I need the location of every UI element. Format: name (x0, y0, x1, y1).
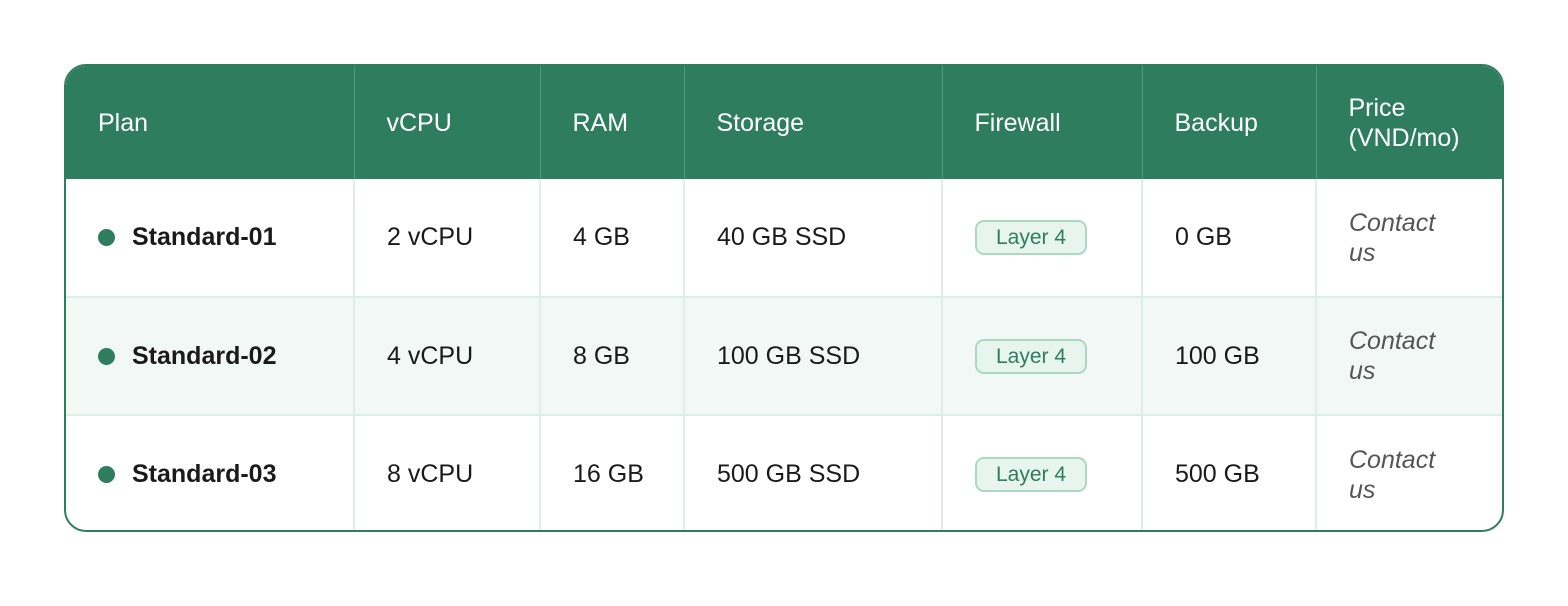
ram-cell: 16 GB (539, 414, 684, 530)
status-dot-icon (98, 347, 115, 365)
backup-cell: 0 GB (1141, 179, 1316, 297)
price-contact: Contact us (1349, 327, 1436, 385)
price-cell: Contact us (1315, 414, 1502, 530)
plan-cell: Standard-03 (66, 414, 354, 530)
vcpu-cell: 2 vCPU (353, 179, 540, 297)
plan-name: Standard-03 (132, 460, 277, 488)
table-row: Standard-03 8 vCPU 16 GB 500 GB SSD Laye… (66, 414, 1502, 530)
storage-cell: 40 GB SSD (683, 179, 942, 297)
status-dot-icon (98, 466, 115, 483)
column-header-storage: Storage (683, 66, 942, 179)
status-dot-icon (98, 229, 115, 246)
price-cell: Contact us (1315, 296, 1502, 415)
table-header: Plan vCPU RAM Storage Firewall Backup Pr… (66, 66, 1502, 179)
plan-cell: Standard-01 (66, 179, 354, 297)
table-row: Standard-02 4 vCPU 8 GB 100 GB SSD Layer… (66, 296, 1502, 415)
column-header-plan: Plan (98, 108, 149, 137)
firewall-badge: Layer 4 (975, 338, 1088, 374)
firewall-cell: Layer 4 (941, 414, 1142, 530)
firewall-cell: Layer 4 (941, 179, 1142, 297)
plans-table-container: Plan vCPU RAM Storage Firewall Backup Pr… (64, 64, 1504, 532)
vcpu-cell: 4 vCPU (353, 296, 540, 415)
firewall-badge: Layer 4 (975, 220, 1088, 255)
ram-cell: 8 GB (539, 296, 684, 415)
firewall-cell: Layer 4 (941, 296, 1142, 415)
plan-name: Standard-01 (132, 223, 277, 251)
plans-table: Plan vCPU RAM Storage Firewall Backup Pr… (66, 66, 1502, 530)
price-contact: Contact us (1349, 208, 1436, 267)
column-header-vcpu: vCPU (353, 66, 540, 179)
table-row: Standard-01 2 vCPU 4 GB 40 GB SSD Layer … (66, 179, 1502, 297)
backup-cell: 100 GB (1141, 296, 1316, 415)
firewall-badge: Layer 4 (975, 457, 1088, 492)
storage-cell: 500 GB SSD (683, 414, 942, 530)
column-header-ram: RAM (539, 66, 684, 179)
column-header-firewall: Firewall (941, 66, 1142, 179)
plan-cell: Standard-02 (66, 296, 354, 415)
table-body: Standard-01 2 vCPU 4 GB 40 GB SSD Layer … (66, 179, 1502, 530)
header-row: Plan vCPU RAM Storage Firewall Backup Pr… (66, 66, 1502, 179)
column-header-price: Price (VND/mo) (1315, 66, 1502, 179)
storage-cell: 100 GB SSD (683, 296, 942, 415)
ram-cell: 4 GB (539, 179, 684, 297)
plan-name: Standard-02 (132, 341, 277, 370)
vcpu-cell: 8 vCPU (353, 414, 540, 530)
backup-cell: 500 GB (1141, 414, 1316, 530)
price-contact: Contact us (1349, 445, 1436, 504)
column-header-backup: Backup (1141, 66, 1316, 179)
price-cell: Contact us (1315, 179, 1502, 297)
